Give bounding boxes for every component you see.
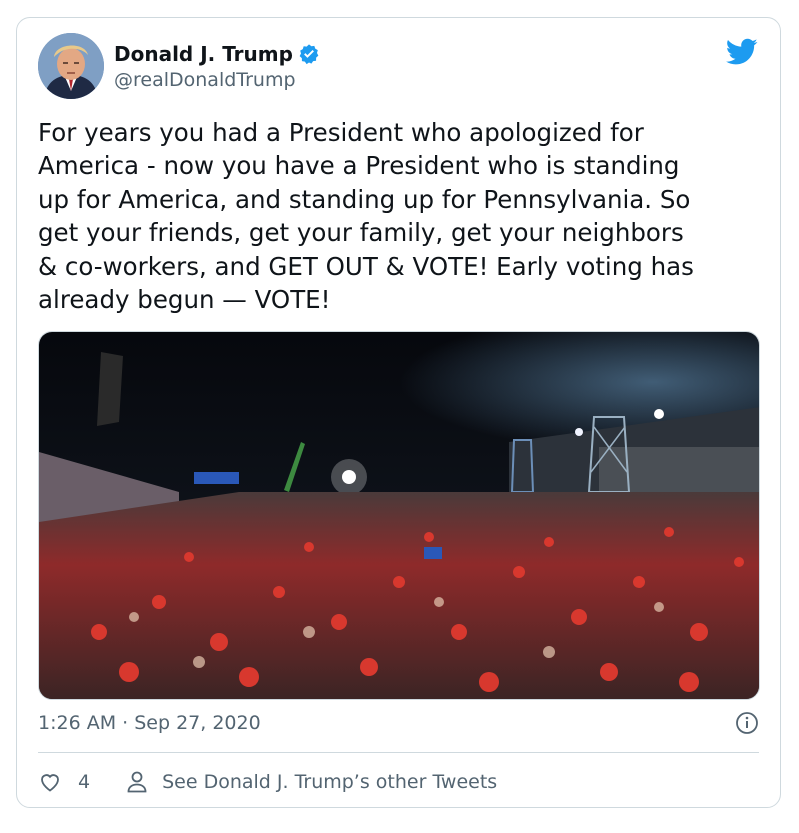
- tweet-text: For years you had a President who apolog…: [38, 118, 694, 315]
- avatar-image: [38, 33, 104, 99]
- verified-badge-icon: [299, 44, 319, 65]
- author-name[interactable]: Donald J. Trump: [114, 42, 293, 66]
- tweet-card: Donald J. Trump @realDonaldTrump For yea…: [16, 17, 781, 808]
- tweet-photo[interactable]: [38, 331, 760, 700]
- tweet-timestamp[interactable]: 1:26 AM · Sep 27, 2020: [38, 712, 261, 734]
- author-handle[interactable]: @realDonaldTrump: [114, 69, 296, 91]
- like-count: 4: [78, 771, 91, 793]
- person-icon: [127, 771, 147, 793]
- see-other-tweets-link[interactable]: See Donald J. Trump’s other Tweets: [162, 771, 497, 793]
- tweet-actions: 4 See Donald J. Trump’s other Tweets: [38, 770, 497, 794]
- rally-crowd-image: [39, 332, 759, 699]
- avatar[interactable]: [38, 33, 104, 99]
- divider: [38, 752, 759, 753]
- heart-icon[interactable]: [38, 770, 62, 794]
- twitter-bird-icon[interactable]: [726, 38, 758, 66]
- author-name-row[interactable]: Donald J. Trump: [114, 42, 320, 66]
- info-icon[interactable]: [735, 711, 759, 735]
